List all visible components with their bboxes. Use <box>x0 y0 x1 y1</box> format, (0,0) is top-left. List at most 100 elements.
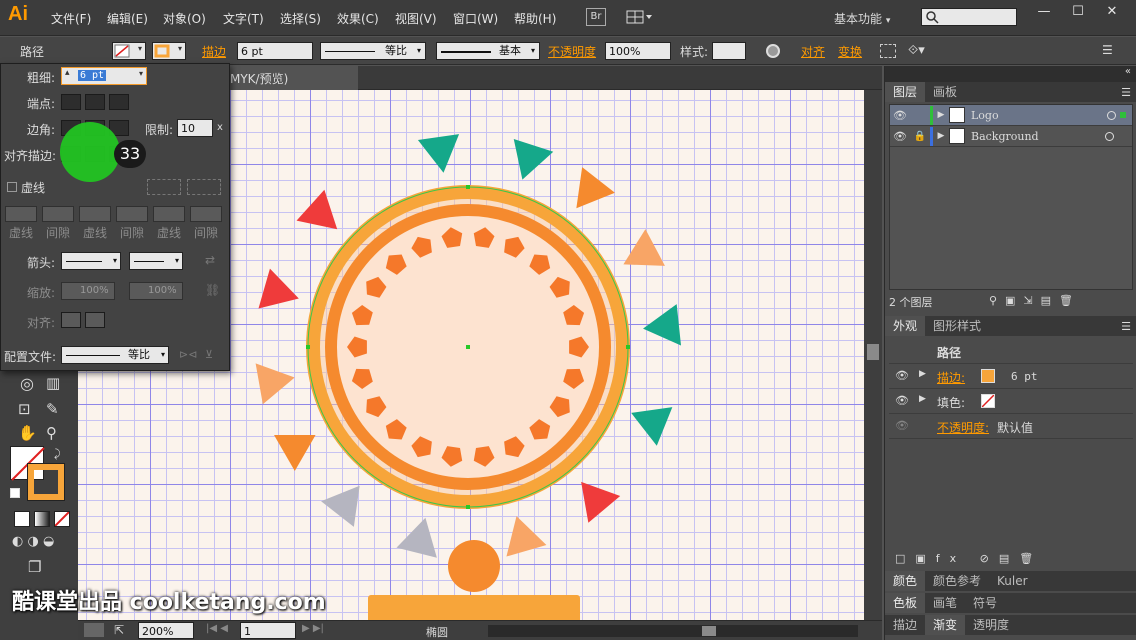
tab-kuler[interactable]: Kuler <box>989 571 1036 591</box>
layer-name-background[interactable]: Background <box>971 130 1039 143</box>
artboard-number-field[interactable]: 1 <box>240 622 296 639</box>
artboard-tool-icon[interactable]: ⊡ <box>18 400 31 418</box>
expand-arrow-icon[interactable]: ▶ <box>933 110 949 120</box>
gradient-mode-icon[interactable] <box>34 511 50 527</box>
expand-arrow-icon[interactable]: ▶ <box>919 369 926 379</box>
layers-menu-icon[interactable]: ☰ <box>1121 86 1131 99</box>
symbol-sprayer-icon[interactable]: ◎ <box>20 374 34 393</box>
close-button[interactable]: ✕ <box>1095 0 1129 22</box>
recolor-artwork-icon[interactable] <box>766 44 780 58</box>
butt-cap-button[interactable] <box>61 94 81 110</box>
appearance-menu-icon[interactable]: ☰ <box>1121 320 1131 333</box>
share-icon[interactable]: ⇱ <box>114 623 124 637</box>
menu-file[interactable]: 文件(F) <box>51 10 91 27</box>
stroke-color-box[interactable] <box>27 463 65 501</box>
flip-along-icon[interactable]: ⊳⊲ <box>179 348 197 361</box>
dash-field-1[interactable] <box>5 206 37 222</box>
menu-window[interactable]: 窗口(W) <box>453 10 498 27</box>
round-cap-button[interactable] <box>85 94 105 110</box>
tab-stroke[interactable]: 描边 <box>885 615 925 635</box>
arrow-place-button[interactable] <box>85 312 105 328</box>
align-link[interactable]: 对齐 <box>801 43 825 60</box>
zoom-field[interactable]: 200% <box>138 622 194 639</box>
graphic-style-picker[interactable] <box>712 42 746 60</box>
target-circle-icon[interactable] <box>1107 110 1116 120</box>
eye-icon[interactable]: 👁 <box>895 419 909 432</box>
tab-artboards[interactable]: 画板 <box>925 82 965 102</box>
default-colors-icon[interactable] <box>10 488 20 498</box>
color-mode-icon[interactable] <box>14 511 30 527</box>
tab-swatches[interactable]: 色板 <box>885 593 926 613</box>
menu-effect[interactable]: 效果(C) <box>337 10 379 27</box>
expand-arrow-icon[interactable]: ▶ <box>919 394 926 404</box>
appearance-stroke-row[interactable]: 👁 ▶ 描边: 6 pt <box>889 365 1133 389</box>
slice-tool-icon[interactable]: ✎ <box>46 400 59 418</box>
appearance-footer-icons[interactable]: □▣fx ⊘▤🗑 <box>895 552 1043 565</box>
tab-graphic-styles[interactable]: 图形样式 <box>925 316 989 336</box>
workspace-switcher[interactable]: 基本功能 ▾ <box>834 10 890 27</box>
appearance-fill-row[interactable]: 👁 ▶ 填色: <box>889 390 1133 414</box>
gap-field-2[interactable] <box>116 206 148 222</box>
preserve-dash-button[interactable] <box>147 179 181 195</box>
fill-swatch[interactable]: ▾ <box>112 42 146 60</box>
dash-field-2[interactable] <box>79 206 111 222</box>
menu-help[interactable]: 帮助(H) <box>514 10 556 27</box>
tab-color-guide[interactable]: 颜色参考 <box>925 571 989 591</box>
dash-field-3[interactable] <box>153 206 185 222</box>
minimize-button[interactable]: — <box>1027 0 1061 22</box>
lock-icon[interactable]: 🔒 <box>910 131 930 142</box>
projecting-cap-button[interactable] <box>109 94 129 110</box>
appearance-opacity-row[interactable]: 👁 不透明度: 默认值 <box>889 415 1133 439</box>
search-input[interactable] <box>921 8 1017 26</box>
align-dash-button[interactable] <box>187 179 221 195</box>
scroll-thumb[interactable] <box>867 344 879 360</box>
vertical-scrollbar[interactable] <box>864 90 882 620</box>
eye-icon[interactable]: 👁 <box>890 109 910 122</box>
gap-field-3[interactable] <box>190 206 222 222</box>
tab-layers[interactable]: 图层 <box>885 82 926 102</box>
link-scale-icon[interactable]: ⛓ <box>205 283 220 297</box>
arrange-documents-icon[interactable] <box>626 9 652 25</box>
fill-none-chip[interactable] <box>981 394 995 408</box>
swap-arrowheads-icon[interactable]: ⇄ <box>205 253 215 267</box>
menu-select[interactable]: 选择(S) <box>280 10 321 27</box>
tab-appearance[interactable]: 外观 <box>885 316 926 336</box>
tab-transparency[interactable]: 透明度 <box>965 615 1017 635</box>
first-artboard-icon[interactable]: |◀ ◀ <box>206 623 228 634</box>
start-arrowhead-select[interactable]: ▾ <box>61 252 121 270</box>
menu-edit[interactable]: 编辑(E) <box>107 10 148 27</box>
stroke-color-chip[interactable] <box>981 369 995 383</box>
swap-colors-icon[interactable]: ⤸ <box>54 447 61 461</box>
appearance-opacity-label[interactable]: 不透明度: <box>937 419 989 436</box>
draw-mode-icons[interactable]: ◐ ◑ ◒ <box>12 534 54 549</box>
stroke-weight-field[interactable]: 6 pt <box>237 42 313 60</box>
tab-brushes[interactable]: 画笔 <box>925 593 965 613</box>
dashed-checkbox[interactable] <box>7 182 17 192</box>
target-circle-icon[interactable] <box>1105 131 1114 141</box>
tab-gradient[interactable]: 渐变 <box>925 615 966 635</box>
eye-icon[interactable]: 👁 <box>895 394 909 407</box>
stroke-swatch[interactable]: ▾ <box>152 42 186 60</box>
horizontal-scrollbar[interactable] <box>488 625 858 637</box>
weight-field[interactable]: ▴ 6 pt ▾ <box>61 67 147 85</box>
tab-document[interactable]: MYK/预览) <box>228 66 358 90</box>
limit-field[interactable]: 10 <box>177 119 213 137</box>
expand-arrow-icon[interactable]: ▶ <box>933 131 949 141</box>
zoom-tool-icon[interactable]: ⚲ <box>46 424 57 442</box>
column-graph-icon[interactable]: ▥ <box>46 374 60 392</box>
stroke-link[interactable]: 描边 <box>202 43 226 60</box>
eye-icon[interactable]: 👁 <box>895 369 909 382</box>
flip-across-icon[interactable]: ⊻ <box>205 348 213 361</box>
opacity-field[interactable]: 100% <box>605 42 671 60</box>
layer-row-logo[interactable]: 👁 ▶ Logo <box>890 105 1132 126</box>
layer-row-background[interactable]: 👁 🔒 ▶ Background <box>890 126 1132 147</box>
gap-field-1[interactable] <box>42 206 74 222</box>
shape-options-icon[interactable]: ⟐▾ <box>908 43 925 58</box>
tab-color[interactable]: 颜色 <box>885 571 926 591</box>
eye-icon[interactable]: 👁 <box>890 130 910 143</box>
start-scale-field[interactable]: 100% <box>61 282 115 300</box>
screen-mode-icon[interactable] <box>84 623 104 637</box>
change-screen-mode-icon[interactable]: ❐ <box>28 558 41 576</box>
variable-width-profile[interactable]: 等比 ▾ <box>320 42 426 60</box>
menu-object[interactable]: 对象(O) <box>163 10 206 27</box>
